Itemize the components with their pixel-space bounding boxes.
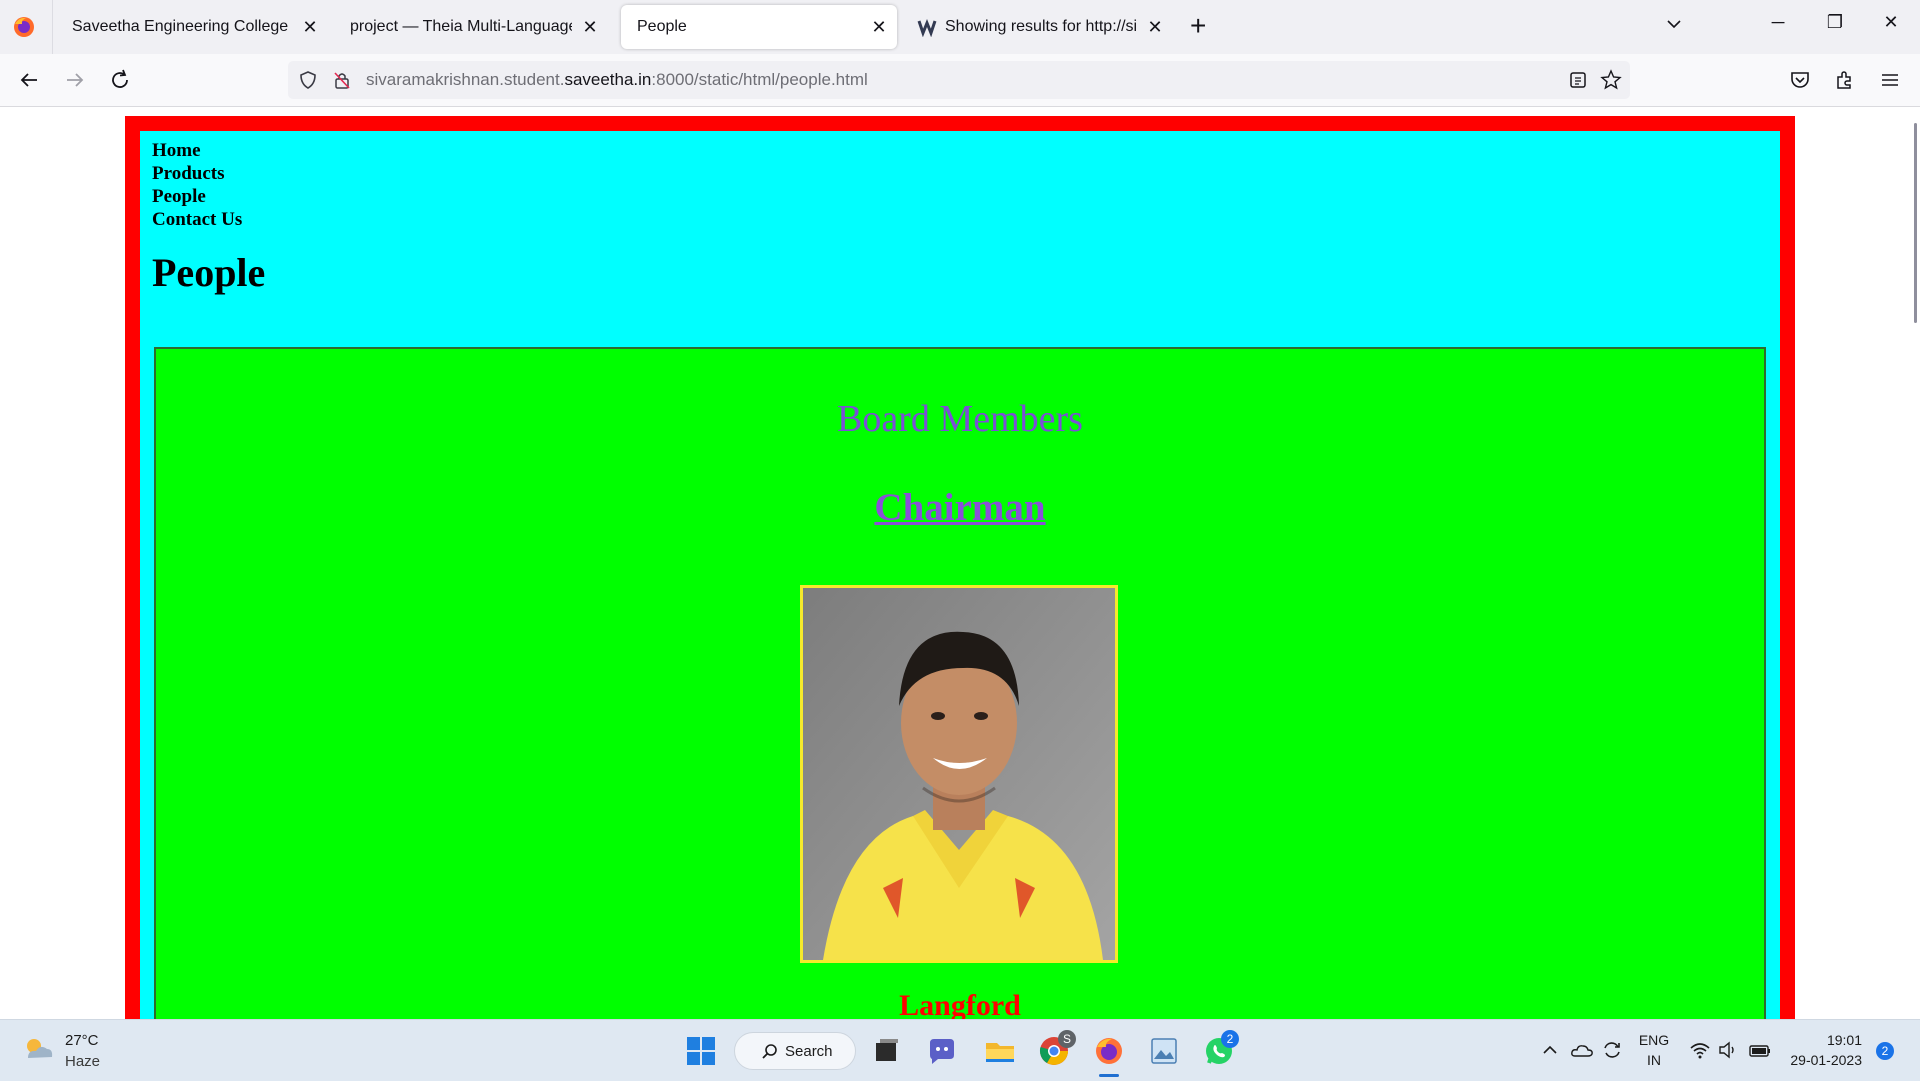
reader-view-icon[interactable]	[1568, 70, 1588, 90]
tab-title: People	[637, 18, 687, 35]
menu-link-products[interactable]: Products	[152, 162, 242, 185]
weather-haze-icon[interactable]	[20, 1034, 56, 1066]
url-bar[interactable]: sivaramakrishnan.student.saveetha.in:800…	[288, 61, 1630, 99]
insecure-lock-icon[interactable]	[332, 70, 352, 90]
tab-close-icon[interactable]: ✕	[292, 17, 328, 38]
tab-strip: Saveetha Engineering College ✕ project —…	[0, 0, 1920, 55]
photos-app-icon[interactable]	[1148, 1035, 1180, 1067]
firefox-view-icon[interactable]	[12, 15, 36, 39]
main-container: Home Products People Contact Us People B…	[140, 131, 1780, 1019]
restore-button[interactable]: ❐	[1820, 12, 1850, 42]
url-prefix: sivaramakrishnan.student.	[366, 70, 565, 89]
tab-theia[interactable]: project — Theia Multi-Language Ex ✕	[334, 5, 608, 49]
url-text[interactable]: sivaramakrishnan.student.saveetha.in:800…	[366, 70, 868, 90]
tab-title: project — Theia Multi-Language Ex	[350, 18, 572, 35]
file-explorer-icon[interactable]	[984, 1035, 1016, 1067]
windows-taskbar: 27°C Haze Search S 2 ENG IN 19:01 29-01-…	[0, 1019, 1920, 1081]
sync-icon[interactable]	[1600, 1038, 1624, 1062]
extensions-puzzle-icon[interactable]	[1833, 68, 1857, 92]
menu-link-people[interactable]: People	[152, 185, 242, 208]
section-title: Board Members	[837, 398, 1083, 440]
role-heading: Chairman	[156, 485, 1764, 530]
language-indicator-bottom[interactable]: IN	[1636, 1052, 1672, 1068]
reload-icon[interactable]	[108, 68, 132, 92]
tab-title: Showing results for http://sivara	[945, 18, 1137, 35]
volume-icon[interactable]	[1717, 1040, 1739, 1060]
new-tab-button[interactable]: +	[1190, 10, 1206, 42]
chairman-link[interactable]: Chairman	[874, 486, 1045, 529]
tab-search-results[interactable]: Showing results for http://sivara ✕	[903, 5, 1173, 49]
tracking-protection-shield-icon[interactable]	[298, 70, 318, 90]
person-name: Langford	[899, 989, 1021, 1019]
task-view-icon[interactable]	[870, 1035, 902, 1067]
weather-temperature[interactable]: 27°C	[65, 1032, 99, 1049]
url-path: :8000/static/html/people.html	[651, 70, 868, 89]
windows-start-icon[interactable]	[685, 1035, 717, 1067]
firefox-icon[interactable]	[1093, 1035, 1125, 1067]
tab-close-icon[interactable]: ✕	[572, 17, 608, 38]
notification-center-badge[interactable]: 2	[1876, 1042, 1894, 1060]
pocket-icon[interactable]	[1788, 68, 1812, 92]
menu-link-home[interactable]: Home	[152, 139, 242, 162]
clock-date[interactable]: 29-01-2023	[1780, 1052, 1862, 1068]
site-menu: Home Products People Contact Us	[152, 139, 242, 231]
onedrive-cloud-icon[interactable]	[1570, 1040, 1594, 1060]
tab-close-icon[interactable]: ✕	[861, 17, 897, 38]
tab-close-icon[interactable]: ✕	[1137, 17, 1173, 38]
board-members-section: Board Members Chairman Langford	[154, 347, 1766, 1019]
page-viewport: Home Products People Contact Us People B…	[0, 107, 1920, 1019]
page-scrollbar[interactable]	[1906, 107, 1920, 1019]
bookmark-star-icon[interactable]	[1600, 69, 1622, 91]
taskbar-search[interactable]: Search	[734, 1032, 856, 1070]
tab-title: Saveetha Engineering College	[72, 18, 289, 35]
tab-saveetha[interactable]: Saveetha Engineering College ✕	[56, 5, 328, 49]
weather-description[interactable]: Haze	[65, 1053, 100, 1070]
firefox-active-indicator	[1099, 1074, 1119, 1077]
search-label: Search	[785, 1043, 833, 1060]
minimize-button[interactable]: ─	[1763, 12, 1793, 42]
whatsapp-unread-badge: 2	[1221, 1030, 1239, 1048]
menu-link-contact-us[interactable]: Contact Us	[152, 208, 242, 231]
forward-arrow-icon[interactable]	[63, 68, 87, 92]
navigation-toolbar: sivaramakrishnan.student.saveetha.in:800…	[0, 54, 1920, 107]
teams-chat-icon[interactable]	[926, 1035, 958, 1067]
list-all-tabs-icon[interactable]	[1664, 14, 1684, 34]
tab-separator	[52, 0, 53, 54]
language-indicator-top[interactable]: ENG	[1636, 1032, 1672, 1048]
show-hidden-icons-chevron-icon[interactable]	[1541, 1042, 1559, 1058]
back-arrow-icon[interactable]	[17, 68, 41, 92]
scrollbar-thumb[interactable]	[1914, 123, 1917, 323]
site-favicon-icon	[917, 18, 937, 37]
page-title: People	[152, 250, 266, 295]
app-menu-hamburger-icon[interactable]	[1878, 68, 1902, 92]
chairman-photo	[800, 585, 1118, 963]
tab-people[interactable]: People ✕	[621, 5, 897, 49]
clock-time[interactable]: 19:01	[1812, 1032, 1862, 1048]
wifi-icon[interactable]	[1689, 1040, 1711, 1060]
search-icon	[762, 1044, 777, 1059]
portrait-image	[803, 588, 1115, 960]
url-domain: saveetha.in	[564, 70, 652, 89]
close-window-button[interactable]: ✕	[1876, 12, 1906, 42]
battery-icon[interactable]	[1748, 1040, 1772, 1060]
chrome-profile-badge: S	[1058, 1030, 1076, 1048]
